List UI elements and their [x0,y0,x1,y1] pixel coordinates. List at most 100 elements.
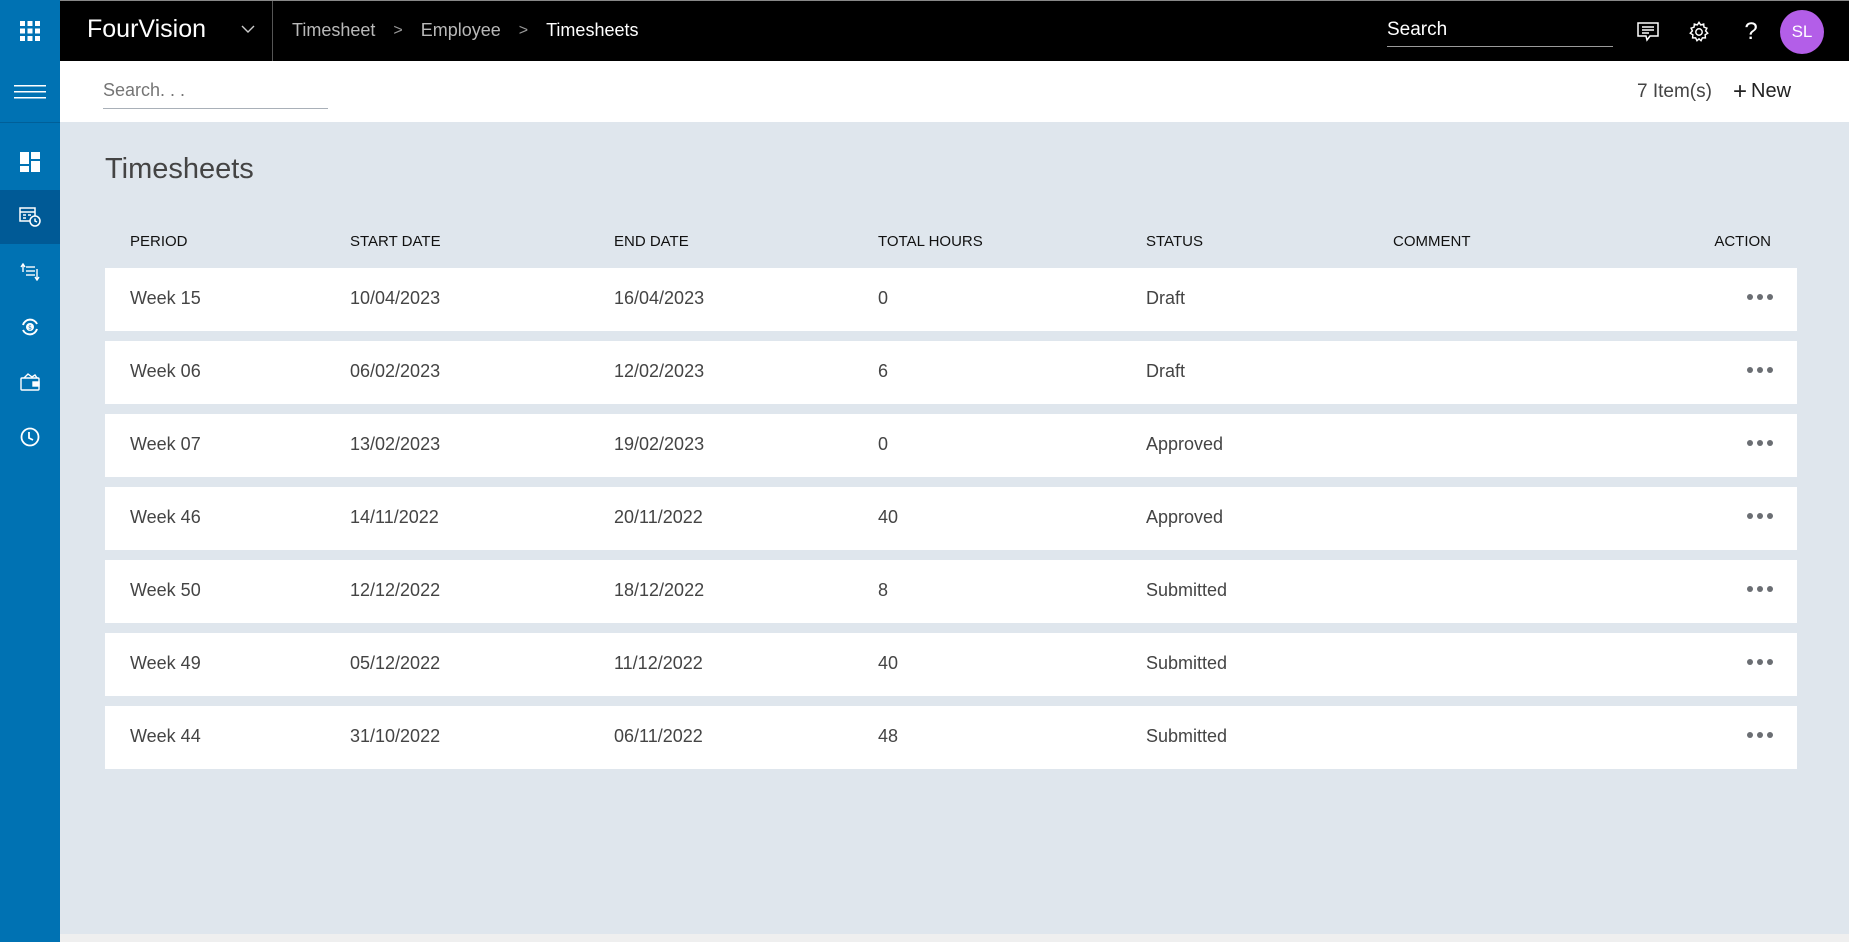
column-header-comment[interactable]: COMMENT [1393,233,1471,250]
table-row[interactable]: Week 06 06/02/2023 12/02/2023 6 Draft [105,341,1797,404]
cell-status: Approved [1146,434,1223,455]
more-icon-dot [1767,440,1773,446]
hamburger-menu-icon [14,84,46,100]
more-icon-dot [1757,294,1763,300]
more-icon-dot [1747,440,1753,446]
more-icon-dot [1767,513,1773,519]
cell-total-hours: 40 [878,653,898,674]
sidebar-item-clock[interactable] [0,410,60,464]
more-actions-button[interactable] [1747,655,1773,669]
timesheet-table: Week 15 10/04/2023 16/04/2023 0 Draft We… [105,268,1797,779]
more-icon-dot [1767,294,1773,300]
more-icon-dot [1757,732,1763,738]
more-icon-dot [1757,586,1763,592]
table-header: PERIOD START DATE END DATE TOTAL HOURS S… [105,233,1797,255]
breadcrumb-item-employee[interactable]: Employee [421,20,501,41]
svg-text:$: $ [28,325,32,332]
brand-name[interactable]: FourVision [87,15,206,44]
global-search [1387,15,1613,47]
top-bar: FourVision Timesheet > Employee > Timesh… [60,0,1849,61]
breadcrumb-item-timesheet[interactable]: Timesheet [292,20,375,41]
cell-start-date: 05/12/2022 [350,653,440,674]
column-header-action: ACTION [1714,233,1771,250]
cell-status: Submitted [1146,653,1227,674]
more-actions-button[interactable] [1747,728,1773,742]
feedback-button[interactable] [1635,19,1661,45]
help-button[interactable]: ? [1738,19,1764,45]
more-icon-dot [1757,440,1763,446]
sort-list-icon [20,263,40,281]
hamburger-menu-button[interactable] [0,61,60,122]
more-actions-button[interactable] [1747,582,1773,596]
column-header-period[interactable]: PERIOD [130,233,188,250]
more-icon-dot [1747,586,1753,592]
bottom-strip [60,934,1849,942]
plus-icon: + [1733,82,1747,102]
cell-period: Week 07 [130,434,201,455]
sidebar-item-sort[interactable] [0,245,60,299]
left-sidebar: $ [0,0,60,942]
dashboard-icon [20,152,40,172]
cell-period: Week 44 [130,726,201,747]
cell-end-date: 12/02/2023 [614,361,704,382]
table-row[interactable]: Week 50 12/12/2022 18/12/2022 8 Submitte… [105,560,1797,623]
column-header-end-date[interactable]: END DATE [614,233,689,250]
more-icon-dot [1747,294,1753,300]
more-actions-button[interactable] [1747,363,1773,377]
item-count: 7 Item(s) [1637,81,1712,103]
cell-start-date: 13/02/2023 [350,434,440,455]
topbar-divider [272,1,273,62]
clock-icon [20,427,40,447]
app-launcher-icon [20,21,40,41]
more-icon-dot [1767,659,1773,665]
more-actions-button[interactable] [1747,509,1773,523]
cell-period: Week 06 [130,361,201,382]
list-search-input[interactable] [103,74,328,107]
more-icon-dot [1747,659,1753,665]
chevron-down-icon[interactable] [240,21,256,42]
new-button-label: New [1751,80,1791,103]
more-actions-button[interactable] [1747,436,1773,450]
cell-start-date: 10/04/2023 [350,288,440,309]
cell-status: Draft [1146,361,1185,382]
cell-end-date: 06/11/2022 [614,726,703,747]
column-header-total-hours[interactable]: TOTAL HOURS [878,233,983,250]
new-button[interactable]: + New [1733,80,1791,103]
more-icon-dot [1747,732,1753,738]
cell-period: Week 15 [130,288,201,309]
cell-status: Approved [1146,507,1223,528]
cell-end-date: 20/11/2022 [614,507,703,528]
table-row[interactable]: Week 46 14/11/2022 20/11/2022 40 Approve… [105,487,1797,550]
column-header-start-date[interactable]: START DATE [350,233,441,250]
table-row[interactable]: Week 49 05/12/2022 11/12/2022 40 Submitt… [105,633,1797,696]
cell-start-date: 12/12/2022 [350,580,440,601]
table-row[interactable]: Week 07 13/02/2023 19/02/2023 0 Approved [105,414,1797,477]
more-icon-dot [1747,367,1753,373]
sidebar-item-dashboard[interactable] [0,135,60,189]
table-row[interactable]: Week 44 31/10/2022 06/11/2022 48 Submitt… [105,706,1797,769]
sidebar-divider [0,122,60,123]
chevron-right-icon: > [393,22,402,40]
sidebar-item-timesheets[interactable] [0,190,60,244]
more-icon-dot [1757,659,1763,665]
sidebar-item-wallet[interactable] [0,355,60,409]
app-launcher-button[interactable] [0,0,60,61]
more-actions-button[interactable] [1747,290,1773,304]
breadcrumb: Timesheet > Employee > Timesheets [292,20,638,41]
column-header-status[interactable]: STATUS [1146,233,1203,250]
cell-total-hours: 48 [878,726,898,747]
sidebar-item-exchange[interactable]: $ [0,300,60,354]
more-icon-dot [1767,586,1773,592]
table-row[interactable]: Week 15 10/04/2023 16/04/2023 0 Draft [105,268,1797,331]
user-avatar[interactable]: SL [1780,10,1824,54]
cell-total-hours: 0 [878,434,888,455]
cell-end-date: 16/04/2023 [614,288,704,309]
settings-button[interactable] [1686,19,1712,45]
list-search [103,74,328,109]
cell-start-date: 14/11/2022 [350,507,439,528]
cell-status: Draft [1146,288,1185,309]
cell-start-date: 31/10/2022 [350,726,440,747]
cell-total-hours: 0 [878,288,888,309]
global-search-input[interactable] [1387,15,1613,45]
breadcrumb-item-current: Timesheets [546,20,638,41]
